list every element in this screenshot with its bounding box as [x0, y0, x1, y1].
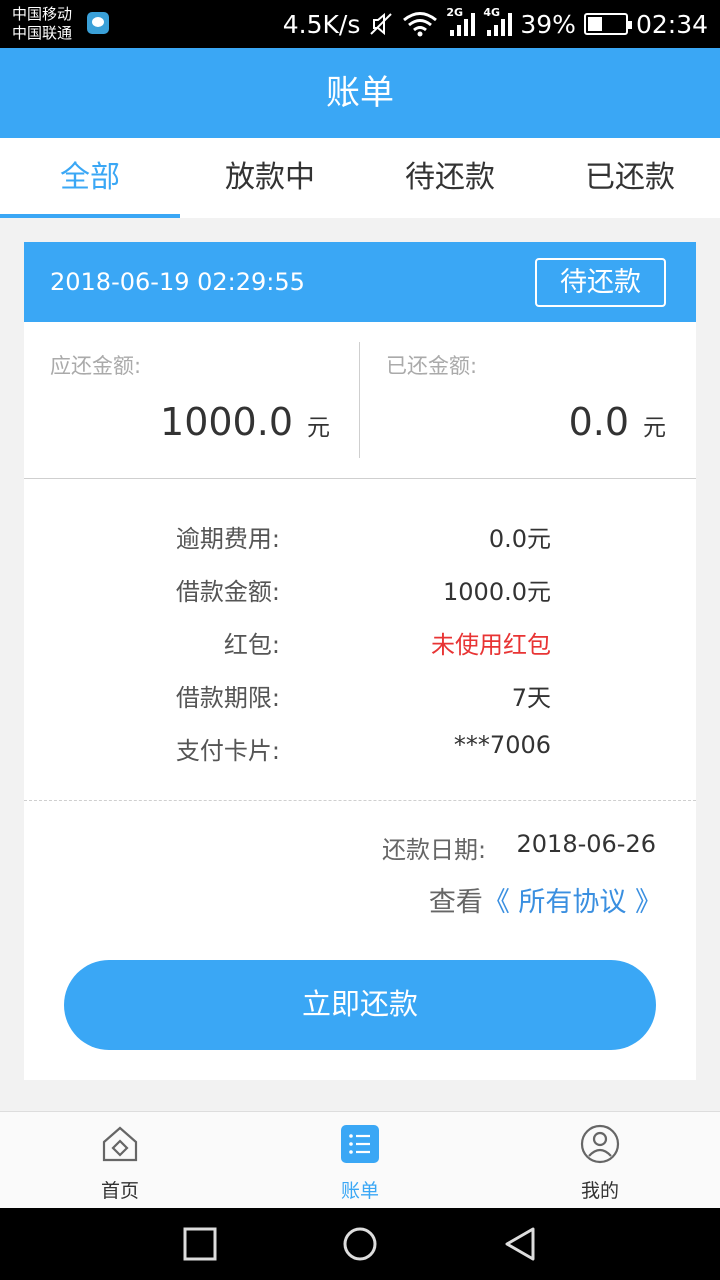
agreement-prefix: 查看	[428, 887, 483, 918]
bill-card: 2018-06-19 02:29:55 待还款 应还金额: 1000.0 元 已…	[24, 242, 696, 1080]
due-amount-value-wrap: 1000.0 元	[160, 400, 330, 444]
due-amount-value: 1000.0	[160, 400, 293, 444]
home-icon	[102, 1126, 138, 1162]
due-date-value: 2018-06-26	[516, 830, 656, 858]
detail-value: ***7006	[453, 731, 551, 759]
paid-amount-label: 已还金额:	[386, 354, 478, 378]
paid-amount-value: 0.0	[568, 400, 629, 444]
signal-2g-icon: 2G	[446, 6, 476, 36]
recent-apps-icon[interactable]	[182, 1226, 218, 1262]
back-triangle-icon[interactable]	[502, 1226, 538, 1262]
bill-status-badge[interactable]: 待还款	[535, 258, 666, 307]
amount-summary: 应还金额: 1000.0 元 已还金额: 0.0 元	[24, 322, 696, 479]
profile-icon	[580, 1124, 620, 1164]
nav-item-home[interactable]: 首页	[0, 1112, 240, 1208]
page-title: 账单	[0, 48, 720, 138]
due-amount-section: 应还金额: 1000.0 元	[24, 322, 360, 479]
detail-value: 0.0元	[488, 525, 551, 553]
due-amount-unit: 元	[307, 415, 330, 441]
signal-2g-tag: 2G	[446, 6, 464, 19]
detail-label: 逾期费用:	[175, 525, 280, 553]
detail-value: 1000.0元	[443, 578, 551, 606]
agreement-row: 查看《 所有协议 》	[429, 880, 662, 919]
bill-tabs: 全部 放款中 待还款 已还款	[0, 138, 720, 218]
bill-card-header: 2018-06-19 02:29:55 待还款	[24, 242, 696, 322]
detail-label: 借款期限:	[175, 684, 280, 712]
bill-datetime: 2018-06-19 02:29:55	[50, 268, 305, 296]
detail-label: 支付卡片:	[175, 737, 280, 765]
battery-percent: 39%	[520, 9, 576, 39]
detail-row-loan-term: 借款期限: 7天	[24, 678, 696, 718]
detail-row-overdue-fee: 逾期费用: 0.0元	[24, 519, 696, 559]
detail-value: 7天	[511, 684, 551, 712]
signal-4g-tag: 4G	[483, 6, 501, 19]
system-nav-bar	[0, 1208, 720, 1280]
clock: 02:34	[635, 9, 708, 39]
paid-amount-value-wrap: 0.0 元	[569, 400, 666, 444]
detail-row-red-packet: 红包: 未使用红包	[24, 625, 696, 665]
nav-item-bill[interactable]: 账单	[240, 1112, 480, 1208]
home-circle-icon[interactable]	[342, 1226, 378, 1262]
tab-pending-repayment[interactable]: 待还款	[360, 138, 540, 218]
due-date-row: 还款日期: 2018-06-26	[24, 830, 696, 870]
status-bar: 中国移动 中国联通 4.5K/s 2G 4G 39% 02:34	[0, 0, 720, 48]
bill-details: 逾期费用: 0.0元 借款金额: 1000.0元 红包: 未使用红包 借款期限:…	[24, 479, 696, 801]
status-right: 4.5K/s 2G 4G 39% 02:34	[282, 6, 708, 39]
mute-icon	[370, 12, 393, 36]
carrier-2: 中国联通	[12, 24, 73, 42]
tab-repaid[interactable]: 已还款	[540, 138, 720, 218]
nav-label-home: 首页	[100, 1180, 139, 1202]
detail-label: 红包:	[223, 631, 280, 659]
detail-value-red-packet: 未使用红包	[431, 631, 551, 659]
battery-icon	[583, 13, 632, 35]
repay-now-button[interactable]: 立即还款	[64, 960, 656, 1050]
carrier-1: 中国移动	[12, 5, 73, 23]
paid-amount-unit: 元	[643, 415, 666, 441]
nav-label-mine: 我的	[580, 1180, 619, 1202]
wifi-icon	[403, 12, 438, 37]
detail-row-loan-amount: 借款金额: 1000.0元	[24, 572, 696, 612]
paid-amount-section: 已还金额: 0.0 元	[360, 322, 696, 479]
bottom-nav: 首页 账单 我的	[0, 1111, 720, 1208]
due-date-label: 还款日期:	[382, 836, 487, 864]
tab-disbursing[interactable]: 放款中	[180, 138, 360, 218]
detail-row-payment-card: 支付卡片: ***7006	[24, 731, 696, 771]
nav-item-mine[interactable]: 我的	[480, 1112, 720, 1208]
nav-label-bill: 账单	[340, 1180, 379, 1202]
bill-list-icon	[341, 1125, 379, 1163]
signal-4g-icon: 4G	[483, 6, 513, 36]
all-agreements-link[interactable]: 《 所有协议 》	[483, 887, 662, 918]
carrier-info: 中国移动 中国联通	[12, 5, 72, 43]
network-speed: 4.5K/s	[282, 9, 361, 39]
tab-all[interactable]: 全部	[0, 138, 180, 218]
due-amount-label: 应还金额:	[50, 354, 142, 378]
detail-label: 借款金额:	[175, 578, 280, 606]
chat-notification-icon	[87, 12, 109, 34]
